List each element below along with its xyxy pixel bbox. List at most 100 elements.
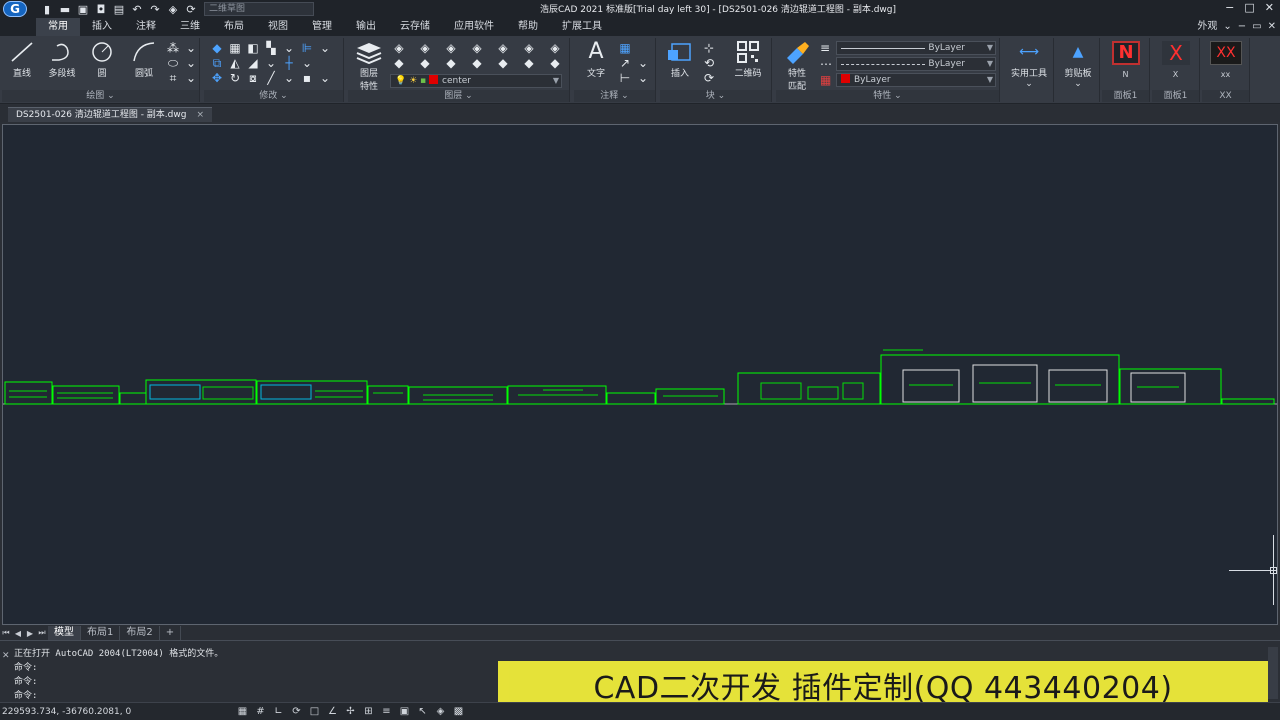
edit-icon[interactable]: ▪ bbox=[300, 72, 314, 84]
next-layout-icon[interactable]: ▶ bbox=[24, 629, 36, 638]
ellipse-icon[interactable]: ⬭ bbox=[166, 57, 180, 69]
fillet-icon[interactable]: ◢ bbox=[246, 57, 260, 69]
dropdown-icon[interactable]: ⌄ bbox=[184, 72, 198, 84]
transparency-icon[interactable]: ▣ bbox=[398, 706, 411, 718]
rotate-icon[interactable]: ↻ bbox=[228, 72, 242, 84]
layer-tool-icon[interactable]: ◈ bbox=[392, 42, 406, 54]
tab-manage[interactable]: 管理 bbox=[300, 18, 344, 36]
color-icon[interactable]: ▦ bbox=[820, 74, 831, 86]
table-icon[interactable]: ▦ bbox=[618, 42, 632, 54]
stretch-icon[interactable]: ⧉ bbox=[210, 57, 224, 69]
ortho-icon[interactable]: ∟ bbox=[272, 706, 285, 718]
tab-3d[interactable]: 三维 bbox=[168, 18, 212, 36]
doc-minimize-icon[interactable]: − bbox=[1238, 18, 1246, 36]
dimension-icon[interactable]: ⊢ bbox=[618, 72, 632, 84]
linetype-icon[interactable]: ⋯ bbox=[820, 58, 832, 70]
modify-panel-title[interactable]: 修改 ⌄ bbox=[204, 90, 343, 102]
redo-icon[interactable]: ↷ bbox=[148, 3, 162, 16]
command-scrollbar[interactable] bbox=[1268, 647, 1278, 699]
layer-tool-icon[interactable]: ◈ bbox=[522, 42, 536, 54]
leader-icon[interactable]: ↗ bbox=[618, 57, 632, 69]
mirror-icon[interactable]: ◧ bbox=[246, 42, 260, 54]
tab-view[interactable]: 视图 bbox=[256, 18, 300, 36]
layer-tool-icon[interactable]: ◈ bbox=[470, 42, 484, 54]
dropdown-icon[interactable]: ⌄ bbox=[184, 42, 198, 54]
tab-add-layout[interactable]: + bbox=[160, 626, 182, 640]
layer-tool-icon[interactable]: ◈ bbox=[496, 42, 510, 54]
erase-icon[interactable]: ◆ bbox=[210, 42, 224, 54]
hatch-icon[interactable]: ⁂ bbox=[166, 42, 180, 54]
layer-tool-icon[interactable]: ◆ bbox=[392, 57, 406, 69]
tab-extensions[interactable]: 扩展工具 bbox=[550, 18, 614, 36]
otrack-icon[interactable]: ∠ bbox=[326, 706, 339, 718]
color-dropdown[interactable]: ByLayer ▼ bbox=[836, 73, 996, 87]
linetype-dropdown-2[interactable]: ByLayer ▼ bbox=[836, 57, 996, 71]
first-layout-icon[interactable]: ⏮ bbox=[0, 628, 12, 638]
prev-layout-icon[interactable]: ◀ bbox=[12, 629, 24, 638]
match-properties-tool[interactable]: 特性 匹配 bbox=[778, 40, 816, 92]
layer-tool-icon[interactable]: ◈ bbox=[418, 42, 432, 54]
dropdown-icon[interactable]: ⌄ bbox=[264, 57, 278, 69]
document-tab[interactable]: DS2501-026 清边辊道工程图 - 副本.dwg × bbox=[8, 107, 212, 122]
undo-icon[interactable]: ↶ bbox=[130, 3, 144, 16]
layer-tool-icon[interactable]: ◈ bbox=[548, 42, 562, 54]
create-block-icon[interactable]: ⊹ bbox=[702, 42, 716, 54]
circle-tool[interactable]: 圆 bbox=[82, 40, 122, 79]
properties-panel-title[interactable]: 特性 ⌄ bbox=[776, 90, 999, 102]
extend-icon[interactable]: ┼ bbox=[282, 57, 296, 69]
doc-close-icon[interactable]: ✕ bbox=[1268, 18, 1276, 36]
offset-icon[interactable]: ⧇ bbox=[246, 72, 260, 84]
minimize-icon[interactable]: − bbox=[1225, 1, 1234, 14]
draw-panel-title[interactable]: 绘图 ⌄ bbox=[2, 90, 199, 102]
drawing-canvas[interactable] bbox=[2, 124, 1278, 625]
move-icon[interactable]: ✥ bbox=[210, 72, 224, 84]
lineweight-icon[interactable]: ≡ bbox=[820, 42, 830, 54]
grid-icon[interactable]: ▦ bbox=[236, 706, 249, 718]
copy-icon[interactable]: ▦ bbox=[228, 42, 242, 54]
layer-tool-icon[interactable]: ◆ bbox=[470, 57, 484, 69]
clipboard-tool[interactable]: ▲ 剪贴板 ⌄ bbox=[1058, 40, 1098, 89]
dropdown-icon[interactable]: ⌄ bbox=[282, 42, 296, 54]
layer-tool-icon[interactable]: ◆ bbox=[444, 57, 458, 69]
tab-layout[interactable]: 布局 bbox=[212, 18, 256, 36]
rectangle-icon[interactable]: ⌗ bbox=[166, 72, 180, 84]
n-button[interactable]: N bbox=[1112, 41, 1140, 65]
explode-icon[interactable]: ╱ bbox=[264, 72, 278, 84]
annotation-icon[interactable]: ▩ bbox=[452, 706, 465, 718]
polyline-tool[interactable]: 多段线 bbox=[42, 40, 82, 79]
align-icon[interactable]: ⊫ bbox=[300, 42, 314, 54]
dropdown-icon[interactable]: ⌄ bbox=[318, 72, 332, 84]
open-folder-icon[interactable]: ▬ bbox=[58, 3, 72, 16]
new-file-icon[interactable]: ▮ bbox=[40, 3, 54, 16]
layer-dropdown[interactable]: 💡 ☀ ▪ center ▼ bbox=[390, 74, 562, 88]
scale-icon[interactable]: ◭ bbox=[228, 57, 242, 69]
dynamic-ucs-icon[interactable]: ✢ bbox=[344, 706, 357, 718]
layer-tool-icon[interactable]: ◆ bbox=[522, 57, 536, 69]
tab-layout2[interactable]: 布局2 bbox=[120, 626, 160, 640]
line-tool[interactable]: 直线 bbox=[2, 40, 42, 79]
app-logo[interactable]: G bbox=[0, 0, 30, 18]
dynamic-input-icon[interactable]: ⊞ bbox=[362, 706, 375, 718]
tab-insert[interactable]: 插入 bbox=[80, 18, 124, 36]
layer-tool-icon[interactable]: ◆ bbox=[496, 57, 510, 69]
dropdown-icon[interactable]: ⌄ bbox=[184, 57, 198, 69]
layer-tool-icon[interactable]: ◆ bbox=[548, 57, 562, 69]
lineweight-toggle-icon[interactable]: ≡ bbox=[380, 706, 393, 718]
annotate-panel-title[interactable]: 注释 ⌄ bbox=[574, 90, 655, 102]
tab-home[interactable]: 常用 bbox=[36, 18, 80, 36]
layers-panel-title[interactable]: 图层 ⌄ bbox=[348, 90, 569, 102]
tab-layout1[interactable]: 布局1 bbox=[81, 626, 121, 640]
save-icon[interactable]: ▣ bbox=[76, 3, 90, 16]
dropdown-icon[interactable]: ⌄ bbox=[636, 57, 650, 69]
layer-tool-icon[interactable]: ◈ bbox=[444, 42, 458, 54]
doc-restore-icon[interactable]: ▭ bbox=[1252, 18, 1261, 36]
snap-icon[interactable]: # bbox=[254, 706, 267, 718]
block-panel-title[interactable]: 块 ⌄ bbox=[660, 90, 771, 102]
tab-annotate[interactable]: 注释 bbox=[124, 18, 168, 36]
dropdown-icon[interactable]: ⌄ bbox=[636, 72, 650, 84]
close-icon[interactable]: ✕ bbox=[2, 651, 10, 661]
print-icon[interactable]: ▤ bbox=[112, 3, 126, 16]
tab-model[interactable]: 模型 bbox=[48, 626, 81, 640]
x-button[interactable]: X bbox=[1162, 41, 1190, 65]
tab-cloud[interactable]: 云存储 bbox=[388, 18, 442, 36]
